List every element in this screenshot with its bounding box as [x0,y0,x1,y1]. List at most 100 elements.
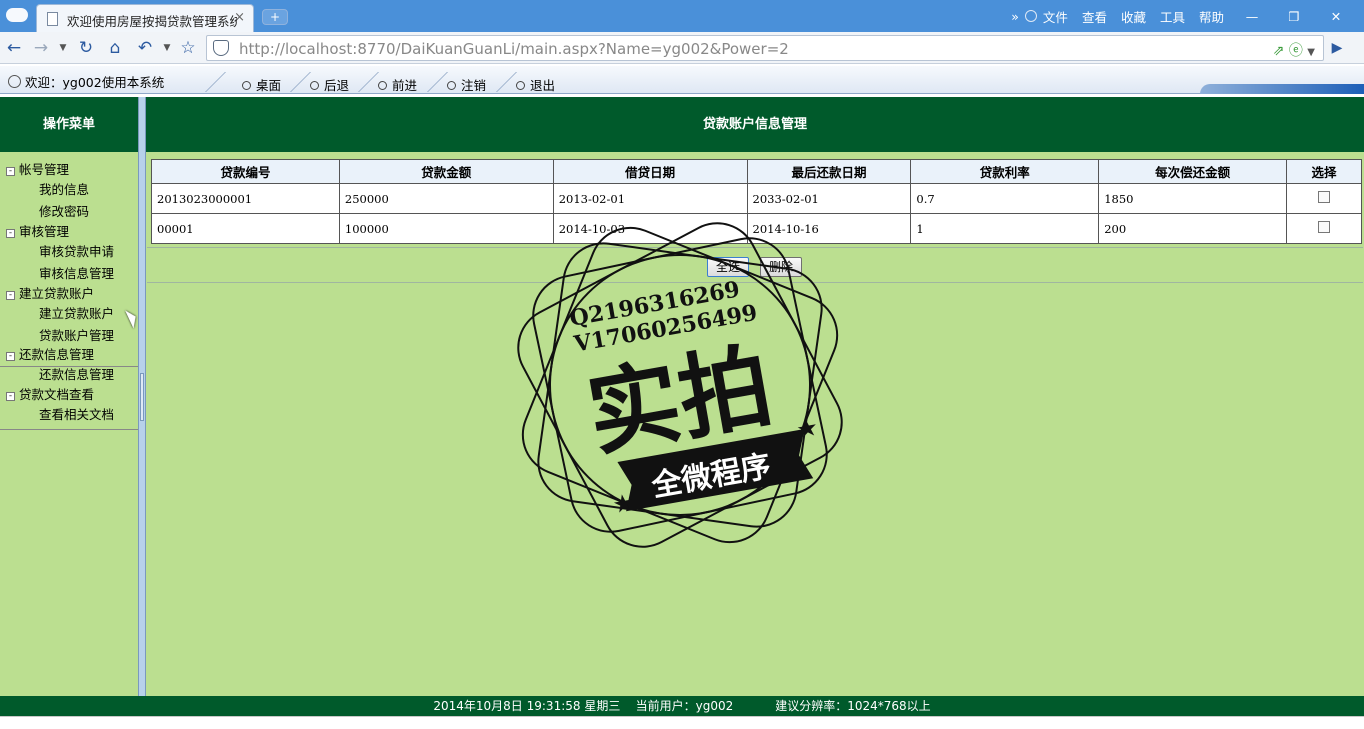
tree-group-audit[interactable]: - 审核管理 [6,221,69,240]
menu-tools[interactable]: 工具 [1160,7,1185,26]
cell-rate: 1 [910,213,1100,244]
menu-view[interactable]: 查看 [1082,7,1107,26]
close-window-button[interactable]: ✕ [1322,9,1350,24]
col-amount: 贷款金额 [338,159,554,184]
sidebar-item-audit-loan-apply[interactable]: 审核贷款申请 [39,241,114,260]
col-select: 选择 [1286,159,1362,184]
menu-favorites[interactable]: 收藏 [1121,7,1146,26]
collapse-icon[interactable]: - [6,352,15,361]
link-exit[interactable]: 退出 [516,75,555,94]
collapse-icon[interactable]: - [6,291,15,300]
menu-help[interactable]: 帮助 [1199,7,1224,26]
address-toolbar: ← → ▼ ↻ ⌂ ↶ ▼ ☆ http://localhost:8770/Da… [0,32,1364,64]
link-logout[interactable]: 注销 [447,75,486,94]
refresh-icon[interactable]: ↻ [75,36,97,60]
col-loan-date: 借贷日期 [552,159,748,184]
browser-tab[interactable]: 欢迎使用房屋按揭贷款管理系统 × [36,4,254,32]
tree-group-create-account[interactable]: - 建立贷款账户 [6,283,94,302]
sidebar-tree: - 帐号管理 我的信息 修改密码 - 审核管理 审核贷款申请 审核信息管理 - 建立贷… [0,97,138,422]
action-bar: 全选 删除 [147,247,1363,283]
collapse-icon[interactable]: - [6,229,15,238]
cell-last-repay-date: 2033-02-01 [746,183,912,214]
table-row: 00001 100000 2014-10-03 2014-10-16 1 200 [151,213,1362,244]
table-header-row: 贷款编号 贷款金额 借贷日期 最后还款日期 贷款利率 每次偿还金额 选择 [151,159,1362,184]
tree-group-repayment[interactable]: - 还款信息管理 [6,344,94,363]
favorite-star-icon[interactable]: ☆ [177,36,199,60]
delete-button[interactable]: 删除 [760,257,803,277]
tab-title: 欢迎使用房屋按揭贷款管理系统 [67,14,237,29]
cell-select [1286,213,1362,244]
cell-loan-id: 00001 [151,213,340,244]
circle-icon [242,81,251,90]
footer-datetime: 2014年10月8日 19:31:58 星期三 [433,699,621,713]
browser-menu: » 文件 查看 收藏 工具 帮助 — ❐ ✕ [1011,0,1364,32]
sidebar-item-create-account[interactable]: 建立贷款账户 [39,303,114,322]
circle-icon [310,81,319,90]
divider [205,72,226,92]
collapse-icon[interactable]: - [6,167,15,176]
tree-group-documents[interactable]: - 贷款文档查看 [6,384,94,403]
user-icon[interactable] [1024,10,1037,22]
sidebar-item-repayment[interactable]: 还款信息管理 [39,364,114,383]
security-shield-icon [213,40,229,56]
browser-titlebar: 欢迎使用房屋按揭贷款管理系统 × + » 文件 查看 收藏 工具 帮助 — ❐ … [0,0,1364,32]
minimize-button[interactable]: — [1238,9,1266,24]
history-dropdown-icon[interactable]: ▼ [52,36,74,60]
go-icon[interactable]: ▶ [1326,36,1348,60]
undo-dropdown-icon[interactable]: ▼ [156,36,178,60]
cell-rate: 0.7 [910,183,1100,214]
loan-table: 贷款编号 贷款金额 借贷日期 最后还款日期 贷款利率 每次偿还金额 选择 201… [151,159,1362,244]
sidebar-item-account-manage[interactable]: 贷款账户管理 [39,325,114,344]
tab-close-icon[interactable]: × [234,10,245,25]
cell-installment: 1850 [1098,183,1288,214]
more-icon[interactable]: » [1011,9,1019,24]
link-desktop[interactable]: 桌面 [242,75,281,94]
col-installment: 每次偿还金额 [1098,159,1288,184]
undo-icon[interactable]: ↶ [134,36,156,60]
cell-loan-date: 2013-02-01 [552,183,748,214]
splitter[interactable] [138,97,146,696]
col-loan-id: 贷款编号 [151,159,340,184]
cell-select [1286,183,1362,214]
url-input[interactable]: http://localhost:8770/DaiKuanGuanLi/main… [206,35,1324,61]
home-icon[interactable]: ⌂ [104,36,126,60]
footer-resolution: 建议分辨率：1024*768以上 [775,699,931,713]
select-all-button[interactable]: 全选 [707,257,750,277]
sidebar-item-my-info[interactable]: 我的信息 [39,179,89,198]
sidebar: 操作菜单 - 帐号管理 我的信息 修改密码 - 审核管理 审核贷款申请 审核信息管理… [0,97,138,696]
cell-amount: 250000 [338,183,554,214]
browser-logo-icon [6,8,28,22]
link-back[interactable]: 后退 [310,75,349,94]
new-tab-button[interactable]: + [262,9,288,25]
menu-file[interactable]: 文件 [1043,7,1068,26]
loan-table-wrap: 贷款编号 贷款金额 借贷日期 最后还款日期 贷款利率 每次偿还金额 选择 201… [151,159,1362,244]
cell-loan-id: 2013023000001 [151,183,340,214]
page-title: 贷款账户信息管理 [146,97,1364,152]
collapse-icon[interactable]: - [6,392,15,401]
page-icon [47,12,58,26]
maximize-button[interactable]: ❐ [1280,9,1308,24]
app-toolbar: 欢迎：yg002使用本系统 桌面 后退 前进 注销 退出 [0,66,1364,94]
sidebar-item-audit-info[interactable]: 审核信息管理 [39,263,114,282]
circle-icon [447,81,456,90]
splitter-handle[interactable] [140,373,144,421]
cell-amount: 100000 [338,213,554,244]
link-forward[interactable]: 前进 [378,75,417,94]
back-icon[interactable]: ← [3,36,25,60]
row-checkbox[interactable] [1318,191,1331,203]
circle-icon [516,81,525,90]
divider [358,72,379,92]
sidebar-item-documents[interactable]: 查看相关文档 [39,404,114,423]
share-icon[interactable]: ⇗ ⓔ ▼ [1273,40,1315,60]
circle-icon [378,81,387,90]
divider [290,72,311,92]
row-checkbox[interactable] [1318,221,1331,233]
url-text[interactable]: http://localhost:8770/DaiKuanGuanLi/main… [239,40,789,58]
footer-user: 当前用户：yg002 [635,699,734,713]
tree-group-account[interactable]: - 帐号管理 [6,159,69,178]
sidebar-item-change-password[interactable]: 修改密码 [39,201,89,220]
forward-icon[interactable]: → [30,36,52,60]
decorative-band [1200,84,1364,94]
col-rate: 贷款利率 [910,159,1100,184]
cell-last-repay-date: 2014-10-16 [746,213,912,244]
